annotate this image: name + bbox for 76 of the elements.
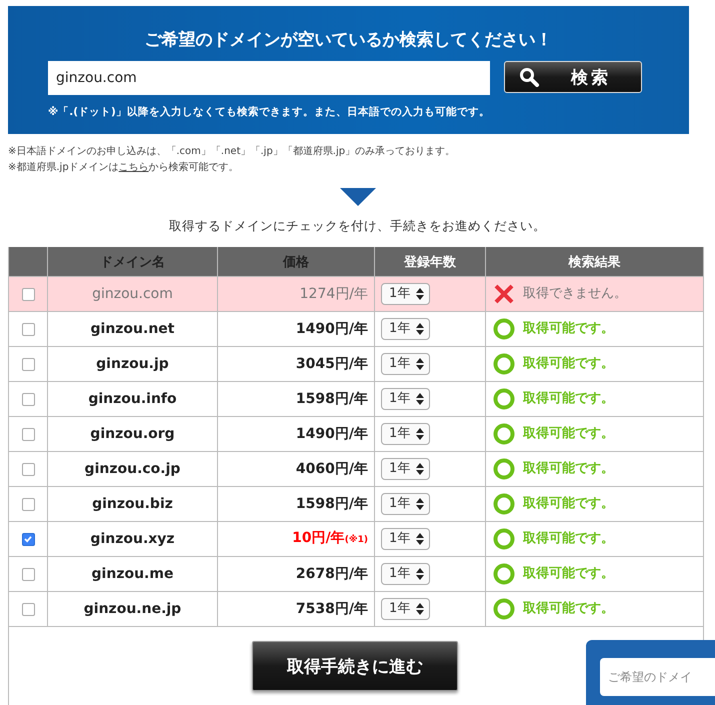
price-cell: 7538円/年 bbox=[218, 592, 374, 626]
updown-arrows-icon bbox=[416, 603, 424, 615]
column-header: 価格 bbox=[218, 247, 374, 276]
checkbox[interactable] bbox=[22, 532, 34, 546]
checkbox[interactable] bbox=[22, 462, 34, 476]
result-text: 取得可能です。 bbox=[523, 461, 614, 477]
result-text: 取得できません。 bbox=[523, 286, 627, 302]
price-cell: 1274円/年 bbox=[218, 276, 374, 312]
years-select[interactable]: 1年 bbox=[381, 458, 430, 480]
result-text: 取得可能です。 bbox=[523, 496, 614, 512]
price-cell: 10円/年(※1) bbox=[218, 522, 374, 556]
updown-arrows-icon bbox=[416, 393, 424, 405]
domain-cell: ginzou.jp bbox=[48, 346, 218, 382]
checkbox[interactable] bbox=[22, 428, 34, 441]
checkbox[interactable] bbox=[22, 392, 34, 406]
domain-cell: ginzou.org bbox=[48, 416, 218, 452]
result-text: 取得可能です。 bbox=[523, 321, 614, 337]
years-select[interactable]: 1年 bbox=[381, 388, 430, 410]
result-text: 取得可能です。 bbox=[523, 356, 614, 372]
updown-arrows-icon bbox=[416, 428, 424, 440]
years-select[interactable]: 1年 bbox=[381, 353, 430, 375]
search-button[interactable]: 検索 bbox=[504, 61, 642, 93]
domain-cell: ginzou.me bbox=[48, 556, 218, 592]
domain-cell: ginzou.com bbox=[48, 276, 218, 312]
banner-title: ご希望のドメインが空いているか検索してください！ bbox=[144, 29, 554, 51]
checkbox[interactable] bbox=[22, 602, 34, 616]
result-text: 取得可能です。 bbox=[523, 531, 614, 547]
note-link[interactable]: こちら bbox=[118, 162, 149, 173]
checkbox[interactable] bbox=[22, 498, 34, 511]
domain-cell: ginzou.info bbox=[48, 382, 218, 416]
years-select[interactable]: 1年 bbox=[381, 563, 430, 585]
years-select[interactable]: 1年 bbox=[381, 283, 430, 305]
years-select[interactable]: 1年 bbox=[381, 423, 430, 445]
years-select[interactable]: 1年 bbox=[381, 598, 430, 620]
search-field[interactable]: ginzou.com bbox=[48, 61, 490, 95]
domain-cell: ginzou.co.jp bbox=[48, 452, 218, 486]
result-text: 取得可能です。 bbox=[523, 391, 614, 407]
price-cell: 3045円/年 bbox=[218, 346, 374, 382]
search-icon bbox=[519, 67, 541, 87]
updown-arrows-icon bbox=[416, 533, 424, 545]
domain-cell: ginzou.xyz bbox=[48, 522, 218, 556]
column-header: ドメイン名 bbox=[48, 247, 218, 276]
updown-arrows-icon bbox=[416, 498, 424, 510]
search-hint: ※「.(ドット)」以降を入力しなくても検索できます。また、日本語での入力も可能です。 bbox=[48, 105, 491, 119]
checkbox[interactable] bbox=[22, 568, 34, 581]
price-cell: 1490円/年 bbox=[218, 416, 374, 452]
domain-cell: ginzou.biz bbox=[48, 486, 218, 522]
checkbox[interactable] bbox=[22, 288, 34, 301]
years-select[interactable]: 1年 bbox=[381, 318, 430, 340]
price-cell: 2678円/年 bbox=[218, 556, 374, 592]
note-text: ※日本語ドメインのお申し込みは、「.com」「.net」「.jp」「都道府県.jp」のみ承っております。 bbox=[8, 144, 456, 159]
years-select[interactable]: 1年 bbox=[381, 493, 430, 515]
updown-arrows-icon bbox=[416, 358, 424, 370]
column-header: 登録年数 bbox=[374, 247, 486, 276]
checkbox[interactable] bbox=[22, 358, 34, 371]
floating-search-field[interactable]: ご希望のドメイ bbox=[600, 658, 715, 696]
result-text: 取得可能です。 bbox=[523, 566, 614, 582]
result-text: 取得可能です。 bbox=[523, 601, 614, 617]
price-cell: 1598円/年 bbox=[218, 486, 374, 522]
price-cell: 4060円/年 bbox=[218, 452, 374, 486]
updown-arrows-icon bbox=[416, 568, 424, 580]
proceed-button[interactable]: 取得手続きに進む bbox=[252, 641, 458, 691]
updown-arrows-icon bbox=[416, 323, 424, 335]
price-cell: 1490円/年 bbox=[218, 312, 374, 346]
note-text: ※都道府県.jpドメインはこちらから検索可能です。 bbox=[8, 160, 240, 175]
price-cell: 1598円/年 bbox=[218, 382, 374, 416]
result-text: 取得可能です。 bbox=[523, 426, 614, 442]
domain-cell: ginzou.ne.jp bbox=[48, 592, 218, 626]
years-select[interactable]: 1年 bbox=[381, 528, 430, 550]
checkbox[interactable] bbox=[22, 322, 34, 336]
column-header: 検索結果 bbox=[486, 247, 703, 276]
down-triangle-icon bbox=[340, 188, 376, 206]
instruction-text: 取得するドメインにチェックを付け、手続きをお進めください。 bbox=[168, 218, 547, 235]
updown-arrows-icon bbox=[416, 463, 424, 475]
updown-arrows-icon bbox=[416, 288, 424, 300]
domain-cell: ginzou.net bbox=[48, 312, 218, 346]
